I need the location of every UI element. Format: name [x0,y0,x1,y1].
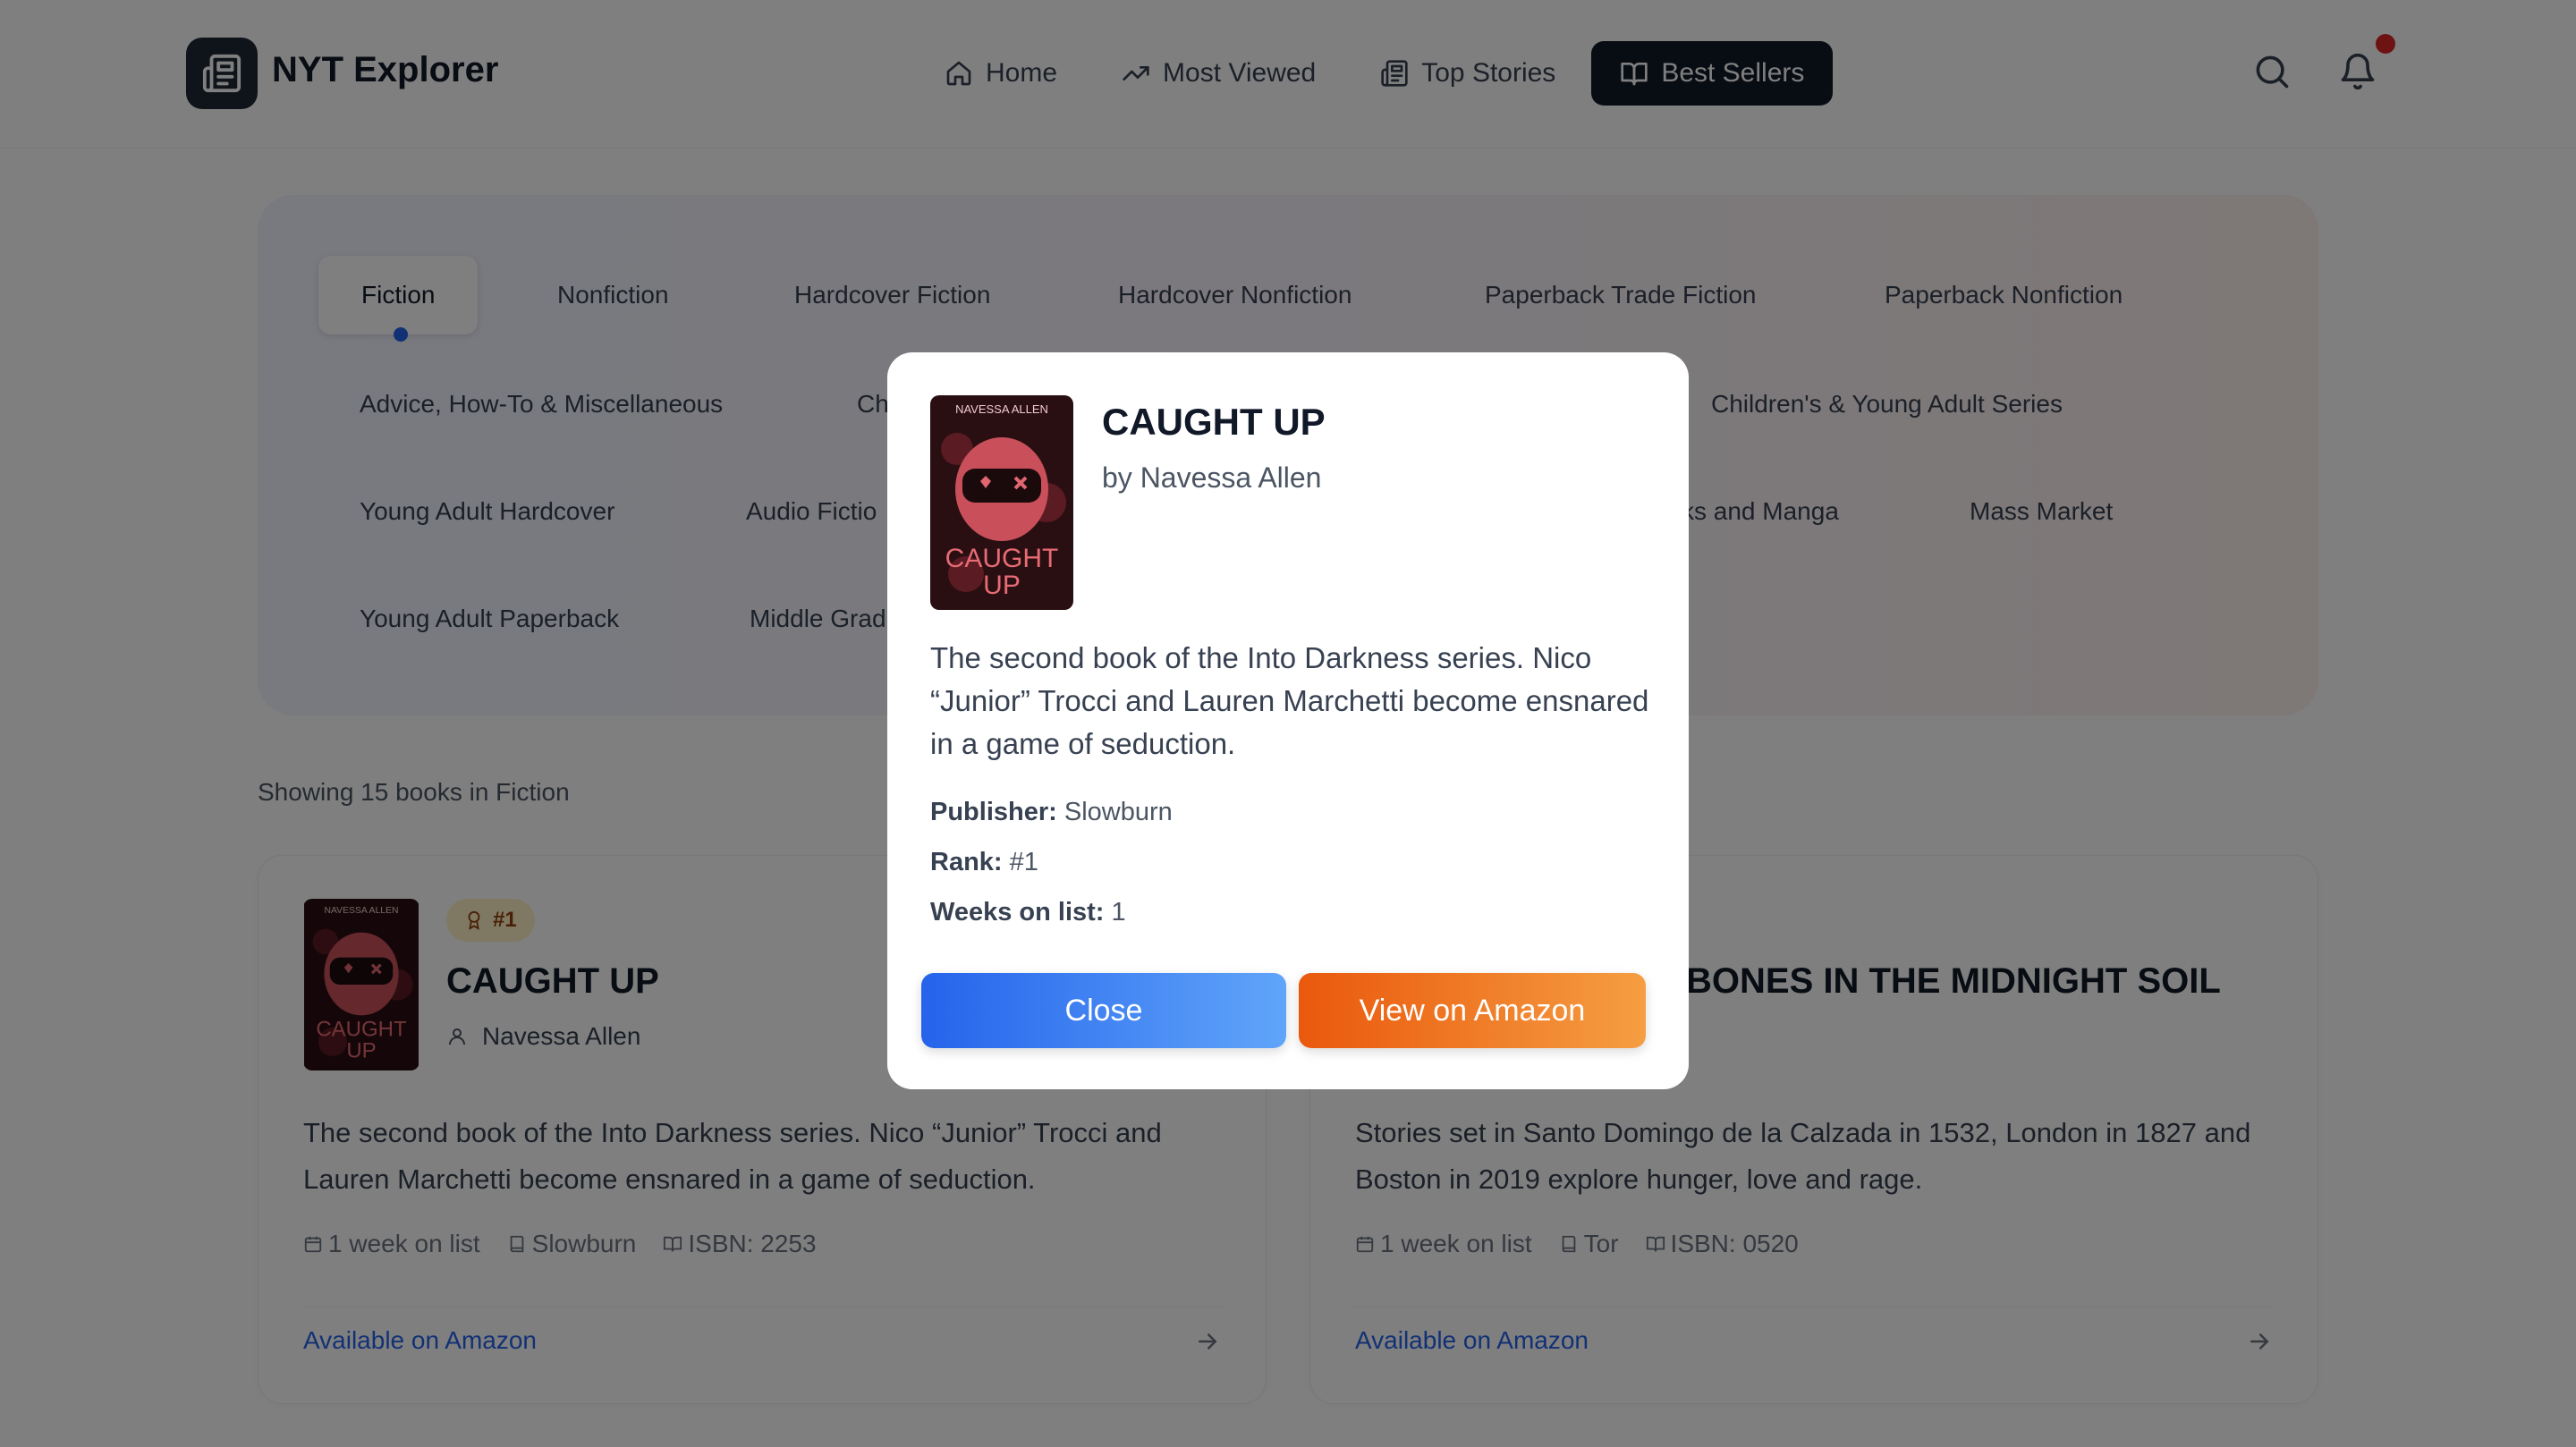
view-on-amazon-button[interactable]: View on Amazon [1299,973,1646,1048]
modal-title: CAUGHT UP [1102,401,1326,443]
svg-text:UP: UP [983,571,1021,600]
book-detail-modal: NAVESSA ALLEN CAUGHT UP CAUGHT UP by Nav… [887,352,1689,1089]
modal-description: The second book of the Into Darkness ser… [930,641,1649,760]
weeks-value: 1 [1111,898,1126,927]
rank-label: Rank: [930,848,1003,876]
publisher-label: Publisher: [930,798,1057,826]
svg-text:CAUGHT: CAUGHT [945,544,1059,573]
page: NYT Explorer Home Most Viewed Top Storie… [0,0,2576,1447]
publisher-value: Slowburn [1063,798,1173,826]
close-button[interactable]: Close [921,973,1286,1048]
modal-book-cover: NAVESSA ALLEN CAUGHT UP [930,395,1073,610]
book-cover-art: NAVESSA ALLEN CAUGHT UP [930,395,1073,610]
modal-author: by Navessa Allen [1102,461,1322,494]
modal-weeks: Weeks on list: 1 [930,898,1126,927]
svg-text:NAVESSA ALLEN: NAVESSA ALLEN [955,402,1048,416]
modal-rank: Rank: #1 [930,848,1038,877]
weeks-label: Weeks on list: [930,898,1105,927]
rank-value: #1 [1009,848,1038,876]
modal-publisher: Publisher: Slowburn [930,798,1173,827]
